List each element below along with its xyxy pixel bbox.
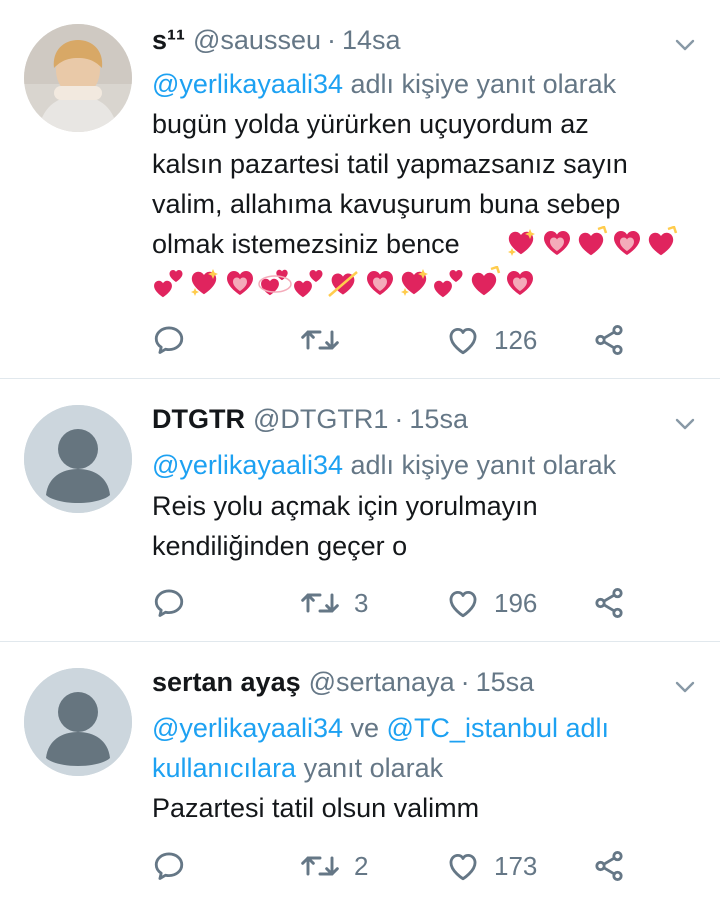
heartbeat-emoji-icon — [227, 271, 253, 295]
two-hearts-emoji-icon — [154, 270, 183, 298]
mention-link-continued[interactable]: adlı — [558, 713, 610, 743]
heartbeat-emoji-icon — [367, 271, 393, 295]
tweet-header: DTGTR @DTGTR1 · 15sa — [152, 399, 468, 439]
mention-link-continued[interactable]: kullanıcılara — [152, 753, 296, 783]
tweet-text-line: valim, allahıma kavuşurum buna sebep — [152, 189, 621, 219]
reply-context: @yerlikayaali34 adlı kişiye yanıt olarak — [152, 445, 692, 485]
retweet-icon — [300, 850, 340, 882]
retweet-button[interactable]: 3 — [300, 583, 368, 623]
like-count: 196 — [494, 587, 538, 618]
like-button[interactable]: 173 — [446, 846, 537, 886]
two-hearts-emoji-icon — [294, 270, 323, 298]
heart-arrow-emoji-icon — [328, 271, 358, 297]
tweet-text-line: Reis yolu açmak için yorulmayın — [152, 491, 538, 521]
reply-suffix: adlı kişiye yanıt olarak — [343, 69, 617, 99]
display-name[interactable]: sertan ayaş — [152, 667, 301, 697]
tweet-actions: 2 173 — [152, 846, 652, 886]
tweet-text: Reis yolu açmak için yorulmayın kendiliğ… — [152, 486, 697, 566]
chevron-down-icon[interactable] — [672, 415, 698, 433]
chevron-down-icon[interactable] — [672, 36, 698, 54]
sparkling-heart-emoji-icon — [508, 229, 535, 256]
share-icon — [592, 323, 626, 357]
tweet-2[interactable]: DTGTR @DTGTR1 · 15sa @yerlikayaali34 adlı k… — [0, 379, 720, 641]
tweet-text-line: bugün yolda yürürken uçuyordum az — [152, 109, 589, 139]
reply-icon — [152, 323, 186, 357]
sparkling-heart-emoji-icon — [191, 269, 218, 296]
avatar[interactable] — [24, 24, 132, 132]
heart-ribbon-emoji-icon — [578, 226, 608, 256]
retweet-button[interactable]: 2 — [300, 846, 368, 886]
like-count: 173 — [494, 850, 538, 881]
emoji-row — [504, 226, 679, 262]
reply-button[interactable] — [152, 320, 200, 360]
avatar[interactable] — [24, 405, 132, 513]
retweet-icon — [300, 587, 340, 619]
tweet-actions: 3 196 — [152, 583, 652, 623]
tweet-text-line: Pazartesi tatil olsun valimm — [152, 793, 480, 823]
heart-ribbon-emoji-icon — [471, 266, 501, 296]
share-icon — [592, 586, 626, 620]
reply-suffix: adlı kişiye yanıt olarak — [343, 450, 617, 480]
username[interactable]: @sertanaya — [309, 667, 455, 697]
mention-link[interactable]: @TC_istanbul — [387, 713, 558, 743]
mention-link[interactable]: @yerlikayaali34 — [152, 450, 343, 480]
reply-icon — [152, 849, 186, 883]
like-icon — [446, 586, 480, 620]
like-button[interactable]: 196 — [446, 583, 537, 623]
share-button[interactable] — [592, 320, 626, 360]
share-icon — [592, 849, 626, 883]
tweet-header: sertan ayaş @sertanaya · 15sa — [152, 662, 534, 702]
like-count: 126 — [494, 324, 538, 355]
heartbeat-emoji-icon — [614, 231, 640, 255]
display-name[interactable]: DTGTR — [152, 404, 245, 434]
like-icon — [446, 323, 480, 357]
mention-link[interactable]: @yerlikayaali34 — [152, 69, 343, 99]
tweet-text: Pazartesi tatil olsun valimm — [152, 788, 697, 828]
heartbeat-emoji-icon — [507, 271, 533, 295]
timestamp[interactable]: 15sa — [476, 667, 535, 697]
reply-conjunction: ve — [343, 713, 387, 743]
tweet-header: s¹¹ @sausseu · 14sa — [152, 20, 401, 60]
reply-button[interactable] — [152, 583, 200, 623]
separator-dot: · — [460, 667, 470, 697]
username[interactable]: @DTGTR1 — [253, 404, 388, 434]
reply-suffix: yanıt olarak — [296, 753, 444, 783]
timestamp[interactable]: 15sa — [409, 404, 468, 434]
retweet-icon — [300, 324, 340, 356]
retweet-count: 3 — [354, 587, 369, 618]
share-button[interactable] — [592, 846, 626, 886]
avatar[interactable] — [24, 668, 132, 776]
like-icon — [446, 849, 480, 883]
emoji-row — [152, 266, 537, 302]
retweet-button[interactable] — [300, 320, 354, 360]
display-name[interactable]: s¹¹ — [152, 25, 185, 55]
retweet-count: 2 — [354, 850, 369, 881]
reply-context: @yerlikayaali34 ve @TC_istanbul adlı kul… — [152, 708, 692, 788]
two-hearts-emoji-icon — [434, 270, 463, 298]
reply-context: @yerlikayaali34 adlı kişiye yanıt olarak — [152, 64, 692, 104]
username[interactable]: @sausseu — [193, 25, 321, 55]
separator-dot: · — [394, 404, 404, 434]
heartbeat-emoji-icon — [544, 231, 570, 255]
heart-ribbon-emoji-icon — [648, 226, 678, 256]
chevron-down-icon[interactable] — [672, 678, 698, 696]
share-button[interactable] — [592, 583, 626, 623]
timestamp[interactable]: 14sa — [342, 25, 401, 55]
revolving-hearts-emoji-icon — [258, 269, 292, 296]
sparkling-heart-emoji-icon — [401, 269, 428, 296]
separator-dot: · — [326, 25, 336, 55]
mention-link[interactable]: @yerlikayaali34 — [152, 713, 343, 743]
tweet-text-line: kendiliğinden geçer o — [152, 531, 408, 561]
tweet-actions: 126 — [152, 320, 652, 360]
tweet-text-line: kalsın pazartesi tatil yapmazsanız sayın — [152, 149, 628, 179]
reply-icon — [152, 586, 186, 620]
like-button[interactable]: 126 — [446, 320, 537, 360]
tweet-1[interactable]: s¹¹ @sausseu · 14sa @yerlikayaali34 adlı ki… — [0, 0, 720, 378]
reply-button[interactable] — [152, 846, 200, 886]
tweet-3[interactable]: sertan ayaş @sertanaya · 15sa @yerlikayaali… — [0, 642, 720, 902]
